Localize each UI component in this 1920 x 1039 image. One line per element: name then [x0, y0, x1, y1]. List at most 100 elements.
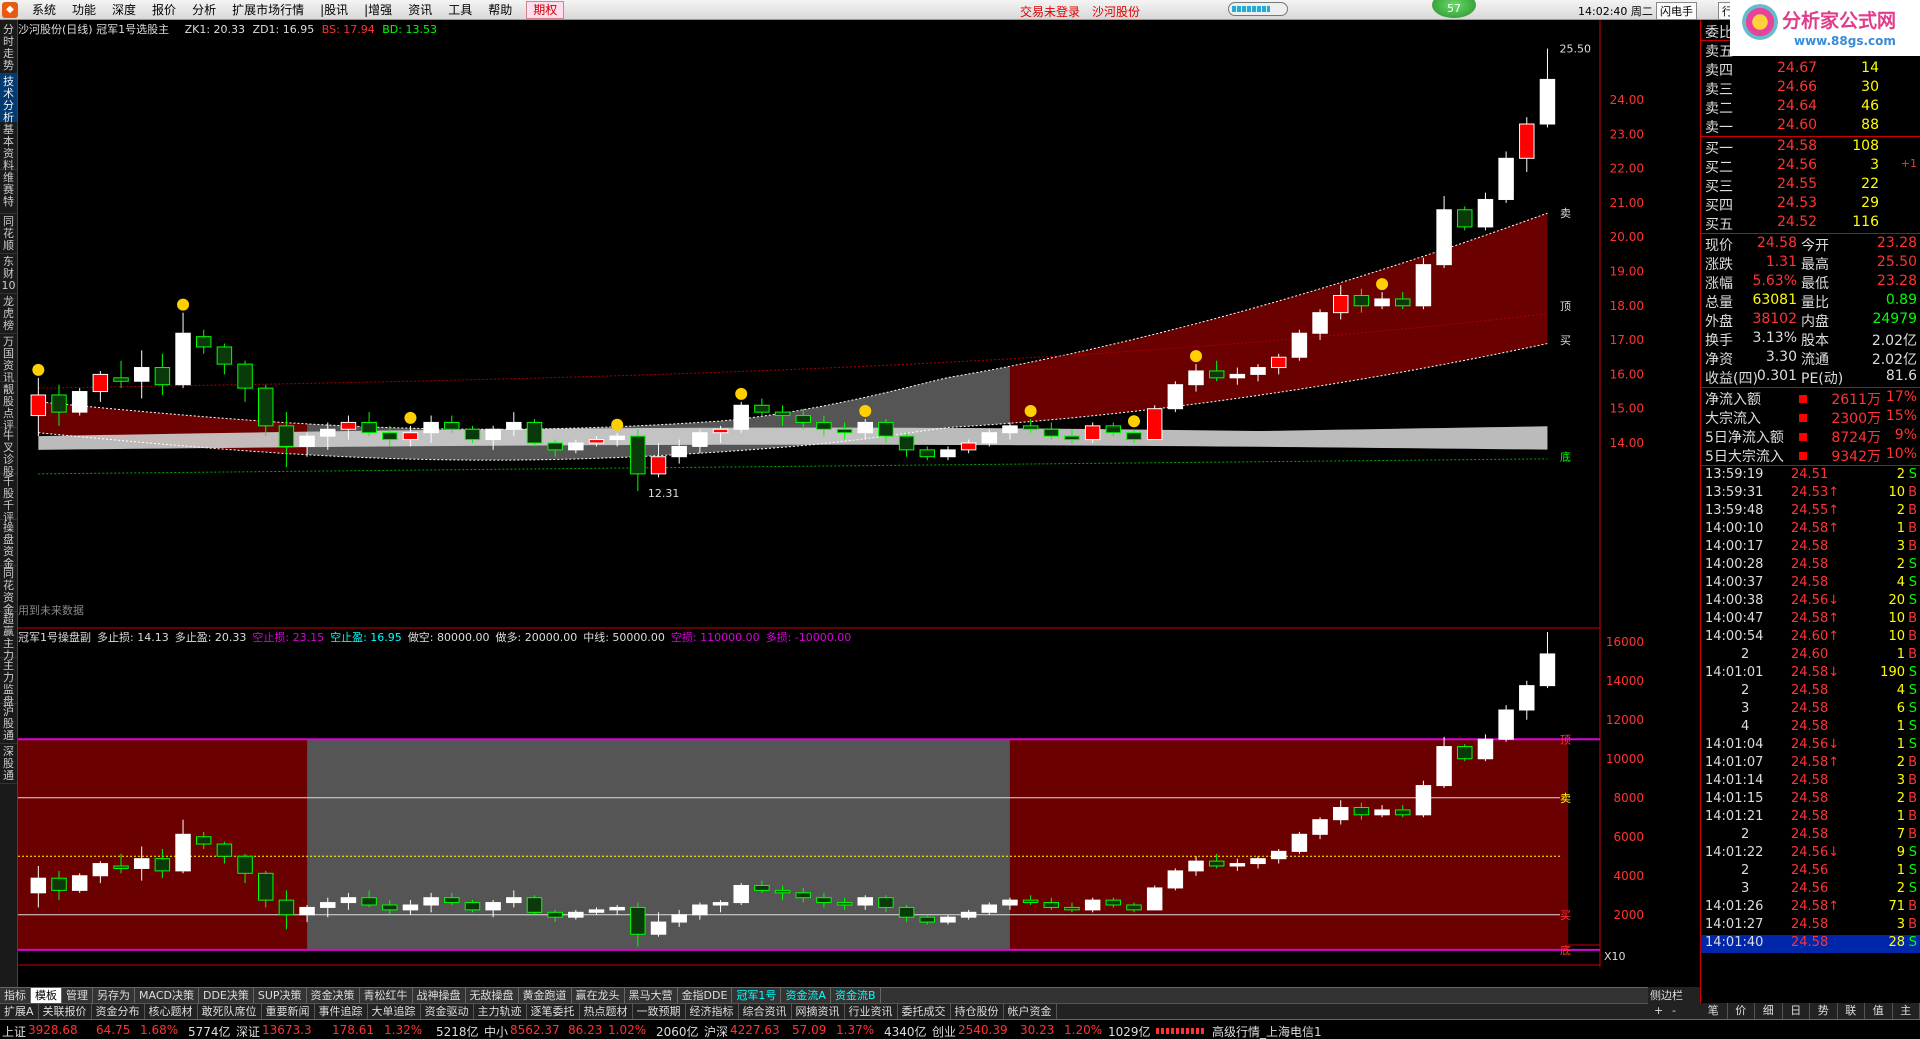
indicator-tab-17[interactable]: 资金流B: [831, 988, 881, 1003]
side-tab-5[interactable]: 联: [1838, 1003, 1865, 1019]
tick-volume: 7: [1896, 827, 1905, 842]
indicator-tab-7[interactable]: 资金决策: [307, 988, 360, 1003]
extension-tab-15[interactable]: 网摘资讯: [792, 1004, 845, 1019]
nav-tab-10[interactable]: 千股千评: [0, 474, 17, 524]
extension-tab-10[interactable]: 逐笔委托: [527, 1004, 580, 1019]
nav-tab-14[interactable]: 主力监盘: [0, 658, 17, 708]
side-tab-3[interactable]: 日: [1783, 1003, 1810, 1019]
flash-trade-button[interactable]: 闪电手: [1656, 2, 1697, 20]
zoom-in-button[interactable]: +: [1654, 1004, 1663, 1017]
menu-item-2[interactable]: 深度: [104, 0, 144, 20]
sidebar-toggle-label[interactable]: 侧边栏: [1648, 987, 1700, 1003]
nav-tab-8[interactable]: 靓股点评: [0, 382, 17, 432]
flow-row-0: 净流入额 2611万 17%: [1701, 389, 1920, 408]
nav-tab-12[interactable]: 同花资金: [0, 566, 17, 616]
tick-side: B: [1908, 917, 1917, 932]
menu-item-3[interactable]: 报价: [144, 0, 184, 20]
nav-tab-7[interactable]: 万国资讯: [0, 334, 17, 384]
indicator-tab-1[interactable]: 模板: [31, 988, 62, 1003]
menu-item-6[interactable]: |股讯: [312, 0, 356, 20]
side-tab-1[interactable]: 价: [1728, 1003, 1755, 1019]
nav-tab-2[interactable]: 基本资料: [0, 122, 17, 172]
indicator-tab-13[interactable]: 黑马大营: [625, 988, 678, 1003]
menu-item-9[interactable]: 工具: [440, 0, 480, 20]
indicator-tab-9[interactable]: 战神操盘: [413, 988, 466, 1003]
extension-tab-19[interactable]: 帐户资金: [1004, 1004, 1057, 1019]
menu-item-7[interactable]: |增强: [356, 0, 400, 20]
nav-tab-11[interactable]: 操盘资金: [0, 520, 17, 570]
kline-chart[interactable]: 24.00 23.00 22.00 21.00 20.00 19.00 18.00 17.00…: [18, 20, 1648, 981]
indicator-tab-11[interactable]: 黄金跑道: [519, 988, 572, 1003]
tick-side: S: [1908, 557, 1917, 572]
status-ball-icon[interactable]: 57: [1432, 0, 1476, 18]
tick-time: 2: [1741, 863, 1750, 878]
left-nav: 分时走势 技术分析 基本资料 维赛特 同花顺 东财10 龙虎榜 万国资讯 靓股点评 牛叉诊股 千股千…: [0, 20, 18, 1015]
nav-tab-1[interactable]: 技术分析: [0, 74, 17, 124]
trade-login-status[interactable]: 交易未登录: [1020, 3, 1080, 20]
tick-row-0: 13:59:19 24.51 2 S: [1701, 467, 1920, 485]
tick-row-8: 14:00:47 24.58↑ 10 B: [1701, 611, 1920, 629]
extension-tab-5[interactable]: 重要新闻: [262, 1004, 315, 1019]
extension-tab-2[interactable]: 资金分布: [92, 1004, 145, 1019]
nav-tab-4[interactable]: 同花顺: [0, 214, 17, 254]
flow-bar: [1799, 395, 1807, 403]
indicator-tab-16[interactable]: 资金流A: [781, 988, 831, 1003]
nav-tab-9[interactable]: 牛叉诊股: [0, 428, 17, 478]
indicator-tab-6[interactable]: SUP决策: [254, 988, 307, 1003]
menu-item-option[interactable]: 期权: [526, 1, 565, 19]
indicator-tab-8[interactable]: 青松红牛: [360, 988, 413, 1003]
extension-tab-13[interactable]: 经济指标: [686, 1004, 739, 1019]
extension-tab-11[interactable]: 热点题材: [580, 1004, 633, 1019]
extension-tab-12[interactable]: 一致预期: [633, 1004, 686, 1019]
indicator-tab-2[interactable]: 管理: [62, 988, 93, 1003]
indicator-tab-15[interactable]: 冠军1号: [732, 988, 782, 1003]
nav-tab-0[interactable]: 分时走势: [0, 22, 17, 74]
osc-bar-51: [1084, 897, 1101, 913]
extension-tab-7[interactable]: 大单追踪: [368, 1004, 421, 1019]
osc-bar-71: [1498, 705, 1514, 742]
indicator-tab-3[interactable]: 另存为: [93, 988, 135, 1003]
indicator-tab-4[interactable]: MACD决策: [135, 988, 199, 1003]
menu-item-1[interactable]: 功能: [64, 0, 104, 20]
candle-35: [754, 398, 770, 416]
extension-tab-18[interactable]: 持仓股份: [951, 1004, 1004, 1019]
menu-item-0[interactable]: 系统: [24, 0, 64, 20]
menu-item-8[interactable]: 资讯: [400, 0, 440, 20]
nav-tab-3[interactable]: 维赛特: [0, 170, 17, 214]
side-tab-2[interactable]: 细: [1755, 1003, 1783, 1019]
nav-tab-15[interactable]: 沪股通: [0, 704, 17, 744]
menu-item-10[interactable]: 帮助: [480, 0, 520, 20]
menu-item-5[interactable]: 扩展市场行情: [224, 0, 312, 20]
nav-tab-6[interactable]: 龙虎榜: [0, 294, 17, 334]
stat-row-4: 外盘 38102 内盘 24979: [1701, 311, 1920, 330]
brand-title: 分析家公式网: [1782, 10, 1897, 32]
tick-row-18: 14:01:15 24.58 2 B: [1701, 791, 1920, 809]
extension-tab-6[interactable]: 事件追踪: [315, 1004, 368, 1019]
extension-tab-14[interactable]: 综合资讯: [739, 1004, 792, 1019]
extension-tab-4[interactable]: 敢死队席位: [198, 1004, 262, 1019]
nav-tab-5[interactable]: 东财10: [0, 254, 17, 294]
indicator-tab-0[interactable]: 指标: [0, 988, 31, 1003]
extension-tab-17[interactable]: 委托成交: [898, 1004, 951, 1019]
side-tab-6[interactable]: 值: [1865, 1003, 1893, 1019]
extension-tab-16[interactable]: 行业资讯: [845, 1004, 898, 1019]
extension-tab-8[interactable]: 资金驱动: [421, 1004, 474, 1019]
extension-tab-0[interactable]: 扩展A: [0, 1004, 39, 1019]
side-tab-4[interactable]: 势: [1810, 1003, 1838, 1019]
indicator-tab-5[interactable]: DDE决策: [199, 988, 254, 1003]
side-tab-0[interactable]: 笔: [1700, 1003, 1728, 1019]
extension-tab-1[interactable]: 关联报价: [39, 1004, 92, 1019]
indicator-tab-14[interactable]: 金指DDE: [678, 988, 733, 1003]
app-logo-icon[interactable]: ◆: [2, 2, 18, 18]
side-tab-7[interactable]: 主: [1893, 1003, 1920, 1019]
menu-item-4[interactable]: 分析: [184, 0, 224, 20]
nav-tab-16[interactable]: 深股通: [0, 744, 17, 784]
zoom-out-button[interactable]: -: [1672, 1004, 1676, 1017]
nav-tab-13[interactable]: 超赢主力: [0, 612, 17, 662]
indicator-tab-12[interactable]: 赢在龙头: [572, 988, 625, 1003]
extension-tab-3[interactable]: 核心题材: [145, 1004, 198, 1019]
indicator-tab-10[interactable]: 无敌操盘: [466, 988, 519, 1003]
extension-tab-9[interactable]: 主力轨迹: [474, 1004, 527, 1019]
status-net[interactable]: 高级行情_上海电信1: [1212, 1023, 1322, 1039]
tick-price: 24.55↑: [1791, 503, 1840, 518]
